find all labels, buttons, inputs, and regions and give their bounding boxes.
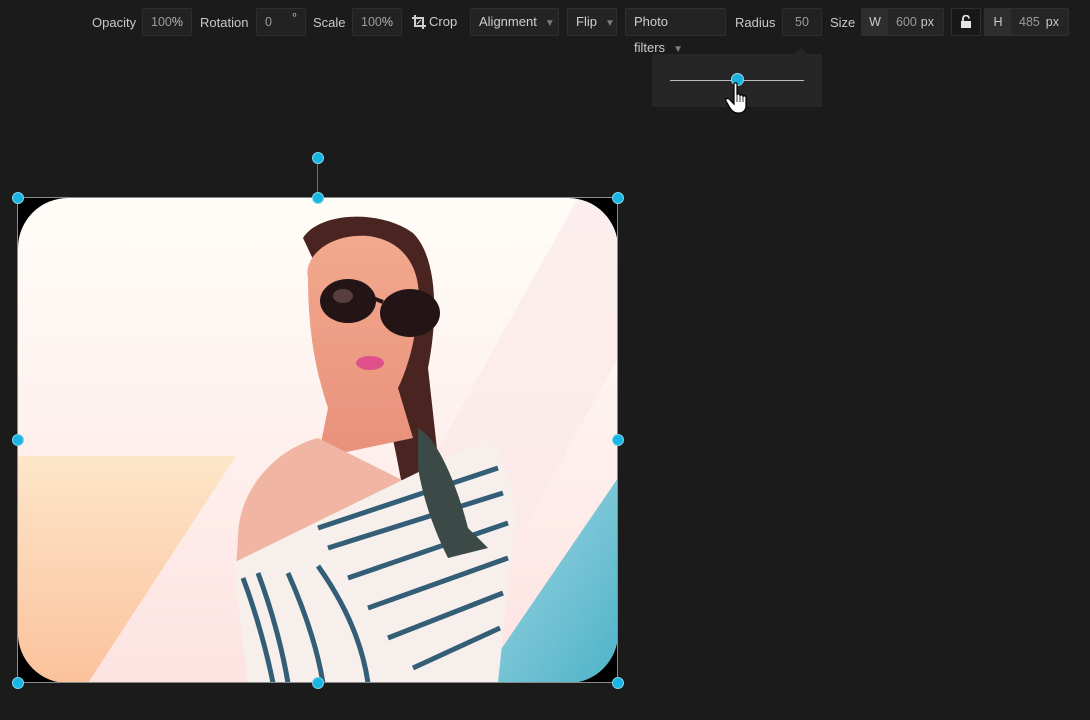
scale-label: Scale: [313, 15, 346, 30]
crop-label: Crop: [429, 14, 458, 29]
height-unit: px: [1045, 15, 1059, 29]
width-value: 600: [896, 15, 917, 29]
scale-input[interactable]: 100 %: [352, 8, 402, 36]
photo-filters-dropdown[interactable]: Photo filters ▼: [625, 8, 726, 55]
width-input[interactable]: W 600 px: [861, 8, 944, 36]
flip-dropdown[interactable]: Flip ▼: [567, 8, 617, 36]
opacity-unit: %: [171, 15, 183, 29]
rotation-unit: °: [292, 11, 297, 25]
rotate-handle[interactable]: [312, 152, 324, 164]
opacity-value: 100: [151, 15, 172, 29]
height-prefix: H: [985, 9, 1011, 35]
unlock-icon: [961, 15, 971, 28]
height-input[interactable]: H 485 px: [984, 8, 1069, 36]
scale-value: 100: [361, 15, 382, 29]
photo-filters-label: Photo filters: [634, 14, 668, 55]
width-unit: px: [920, 15, 934, 29]
photo-artwork: [18, 198, 618, 683]
crop-icon: [412, 15, 426, 29]
popover-arrow: [794, 48, 808, 54]
alignment-label: Alignment: [479, 14, 537, 29]
rotation-label: Rotation: [200, 15, 249, 30]
caret-down-icon: ▼: [544, 18, 555, 29]
radius-label: Radius: [735, 15, 776, 30]
rotation-input[interactable]: 0 °: [256, 8, 306, 36]
rotation-value: 0: [265, 15, 272, 29]
flip-label: Flip: [576, 14, 597, 29]
alignment-dropdown[interactable]: Alignment ▼: [470, 8, 559, 36]
width-prefix: W: [862, 9, 888, 35]
resize-handle-right[interactable]: [612, 434, 624, 446]
resize-handle-top-left[interactable]: [12, 192, 24, 204]
toolbar: Opacity 100 % Rotation 0 ° Scale 100 % C…: [0, 8, 1090, 55]
opacity-label: Opacity: [92, 15, 137, 30]
resize-handle-left[interactable]: [12, 434, 24, 446]
hand-pointer-icon: [725, 82, 747, 114]
resize-handle-bottom-left[interactable]: [12, 677, 24, 689]
aspect-lock-button[interactable]: [951, 8, 981, 36]
resize-handle-top-right[interactable]: [612, 192, 624, 204]
radius-value: 50: [795, 15, 809, 29]
image-photo[interactable]: [18, 198, 618, 683]
scale-unit: %: [381, 15, 393, 29]
resize-handle-top[interactable]: [312, 192, 324, 204]
resize-handle-bottom-right[interactable]: [612, 677, 624, 689]
opacity-input[interactable]: 100 %: [142, 8, 192, 36]
height-value: 485: [1019, 15, 1040, 29]
size-label: Size: [830, 15, 856, 30]
resize-handle-bottom[interactable]: [312, 677, 324, 689]
caret-down-icon: ▼: [604, 18, 615, 29]
radius-input[interactable]: 50: [782, 8, 822, 36]
